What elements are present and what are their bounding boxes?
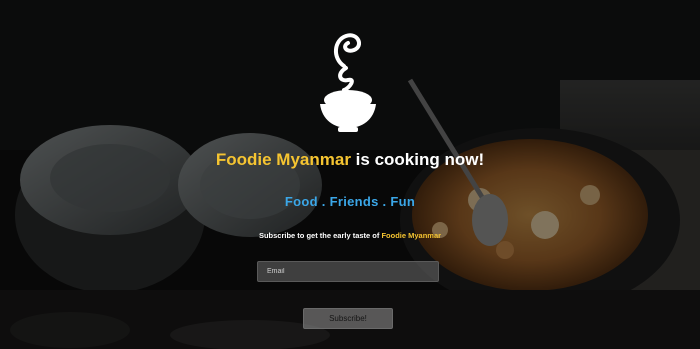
headline-brand: Foodie Myanmar (215, 150, 351, 169)
email-field[interactable] (257, 261, 439, 282)
tagline: Food . Friends . Fun (284, 194, 416, 209)
subscribe-text-prefix: Subscribe to get the early taste of (258, 231, 382, 240)
headline: Foodie Myanmar is cooking now! (0, 150, 700, 170)
landing-content: Foodie Myanmar is cooking now! Food . Fr… (0, 0, 700, 349)
subscribe-brand: Foodie Myanmar (381, 231, 442, 240)
steaming-rice-bowl-icon (320, 33, 376, 132)
subscribe-text: Subscribe to get the early taste of Food… (0, 231, 700, 240)
subscribe-button[interactable]: Subscribe! (303, 308, 393, 329)
headline-text: is cooking now! (350, 150, 485, 169)
